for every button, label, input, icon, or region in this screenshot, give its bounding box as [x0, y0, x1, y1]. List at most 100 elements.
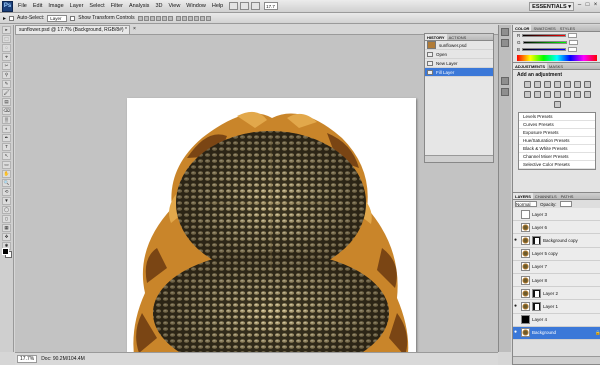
align-bottom-icon[interactable] [149, 15, 155, 21]
tab-layers[interactable]: LAYERS [513, 193, 533, 199]
align-middle-icon[interactable] [143, 15, 149, 21]
layer-mask-thumbnail[interactable] [532, 288, 541, 298]
color-slider-b[interactable]: B [513, 46, 600, 53]
tool-icon[interactable]: ⚲ [2, 71, 11, 79]
visibility-eye-icon[interactable] [514, 251, 519, 256]
close-button[interactable]: × [592, 1, 599, 10]
menu-view[interactable]: View [165, 3, 183, 9]
transform-controls-checkbox[interactable] [70, 15, 76, 21]
tool-icon[interactable]: 🔍 [2, 179, 11, 187]
layer-name[interactable]: Background [532, 330, 593, 335]
color-slider-r[interactable]: R [513, 32, 600, 39]
align-right-icon[interactable] [167, 15, 173, 21]
tab-actions[interactable]: ACTIONS [447, 34, 469, 40]
visibility-eye-icon[interactable] [514, 291, 519, 296]
menu-image[interactable]: Image [45, 3, 66, 9]
maximize-button[interactable]: □ [584, 1, 591, 10]
tool-icon[interactable]: ▸ [2, 26, 11, 34]
layer-row[interactable]: Layer 5 copy [513, 247, 600, 261]
tool-icon[interactable]: ◯ [2, 206, 11, 214]
tool-icon[interactable]: ▯ [2, 215, 11, 223]
layer-name[interactable]: Layer 7 [532, 264, 600, 269]
status-zoom-field[interactable]: 17.7% [17, 355, 38, 363]
preset-item[interactable]: Selective Color Presets [519, 161, 595, 169]
history-state[interactable]: New Layer [425, 59, 493, 68]
history-panel-icon[interactable] [501, 28, 509, 36]
menu-filter[interactable]: Filter [108, 3, 126, 9]
adjustment-icon[interactable] [583, 81, 591, 88]
menu-edit[interactable]: Edit [30, 3, 45, 9]
layer-name[interactable]: Layer 1 [543, 304, 600, 309]
tool-icon[interactable]: ▭ [2, 161, 11, 169]
doc-size-info[interactable]: Doc: 90.2M/104.4M [41, 356, 85, 362]
tool-icon[interactable]: ◌ [2, 44, 11, 52]
tool-icon[interactable]: ⌖ [2, 53, 11, 61]
adjustment-icon[interactable] [553, 91, 561, 98]
menu-3d[interactable]: 3D [152, 3, 165, 9]
layer-name[interactable]: Layer 6 [532, 225, 600, 230]
color-slider-g[interactable]: G [513, 39, 600, 46]
preset-item[interactable]: Curves Presets [519, 121, 595, 129]
menu-analysis[interactable]: Analysis [126, 3, 152, 9]
layer-row[interactable]: ● Background 🔒 [513, 326, 600, 340]
layer-row[interactable]: Layer 8 [513, 273, 600, 288]
clone-source-icon[interactable] [501, 88, 509, 96]
align-center-icon[interactable] [161, 15, 167, 21]
layer-row[interactable]: Layer 3 [513, 208, 600, 222]
tool-icon[interactable]: ▦ [2, 224, 11, 232]
distribute-top-icon[interactable] [175, 15, 181, 21]
adjustment-icon[interactable] [543, 91, 551, 98]
menu-help[interactable]: Help [209, 3, 226, 9]
layer-row[interactable]: Layer 4 [513, 313, 600, 327]
auto-select-checkbox[interactable] [9, 15, 15, 21]
visibility-eye-icon[interactable]: ● [514, 303, 519, 309]
adjustment-icon[interactable] [573, 81, 581, 88]
channel-value-field[interactable] [568, 40, 578, 45]
tool-icon[interactable]: ↖ [2, 152, 11, 160]
tool-icon[interactable]: T [2, 143, 11, 151]
layer-name[interactable]: Layer 2 [543, 291, 600, 296]
distribute-right-icon[interactable] [205, 15, 211, 21]
layer-row[interactable]: Layer 7 [513, 260, 600, 274]
mini-bridge-icon[interactable] [240, 2, 250, 10]
channel-value-field[interactable] [568, 47, 578, 52]
view-extras-icon[interactable] [251, 2, 261, 10]
history-state[interactable]: Fill Layer [425, 68, 493, 77]
adjustment-icon[interactable] [563, 81, 571, 88]
adjustment-icon[interactable] [573, 91, 581, 98]
layer-row[interactable]: Layer 6 [513, 221, 600, 235]
tab-masks[interactable]: MASKS [547, 63, 565, 69]
bridge-icon[interactable] [229, 2, 239, 10]
layer-mask-thumbnail[interactable] [532, 301, 541, 311]
character-panel-icon[interactable] [501, 39, 509, 47]
visibility-eye-icon[interactable] [514, 278, 519, 283]
tool-icon[interactable]: ▼ [2, 197, 11, 205]
brush-panel-icon[interactable] [501, 77, 509, 85]
move-tool-icon[interactable]: ▸ [3, 15, 6, 22]
color-spectrum-bar[interactable] [517, 55, 597, 61]
app-zoom-field[interactable]: 17.7 [264, 2, 279, 10]
foreground-color-swatch[interactable] [2, 248, 9, 255]
layer-mask-thumbnail[interactable] [532, 235, 541, 245]
auto-select-dropdown[interactable]: Layer [47, 14, 68, 22]
document-tab[interactable]: sunflower.psd @ 17.7% (Background, RGB/8… [15, 25, 130, 34]
align-left-icon[interactable] [155, 15, 161, 21]
distribute-bottom-icon[interactable] [187, 15, 193, 21]
channel-slider[interactable] [522, 48, 567, 51]
align-top-icon[interactable] [137, 15, 143, 21]
channel-slider[interactable] [522, 34, 567, 37]
history-state[interactable]: Open [425, 50, 493, 59]
layer-name[interactable]: Layer 4 [532, 317, 600, 322]
channel-slider[interactable] [522, 41, 567, 44]
workspace-switcher[interactable]: ESSENTIALS ▾ [529, 2, 574, 11]
tool-icon[interactable]: ▤ [2, 98, 11, 106]
tool-icon[interactable]: ⟲ [2, 188, 11, 196]
adjustment-icon[interactable] [553, 101, 561, 108]
tab-channels[interactable]: CHANNELS [533, 193, 559, 199]
history-snapshot[interactable]: sunflower.psd [425, 41, 493, 50]
preset-item[interactable]: Levels Presets [519, 113, 595, 121]
blend-mode-dropdown[interactable]: Normal [515, 201, 537, 207]
tool-icon[interactable]: ✒ [2, 134, 11, 142]
visibility-eye-icon[interactable]: ● [514, 237, 519, 243]
adjustment-icon[interactable] [543, 81, 551, 88]
